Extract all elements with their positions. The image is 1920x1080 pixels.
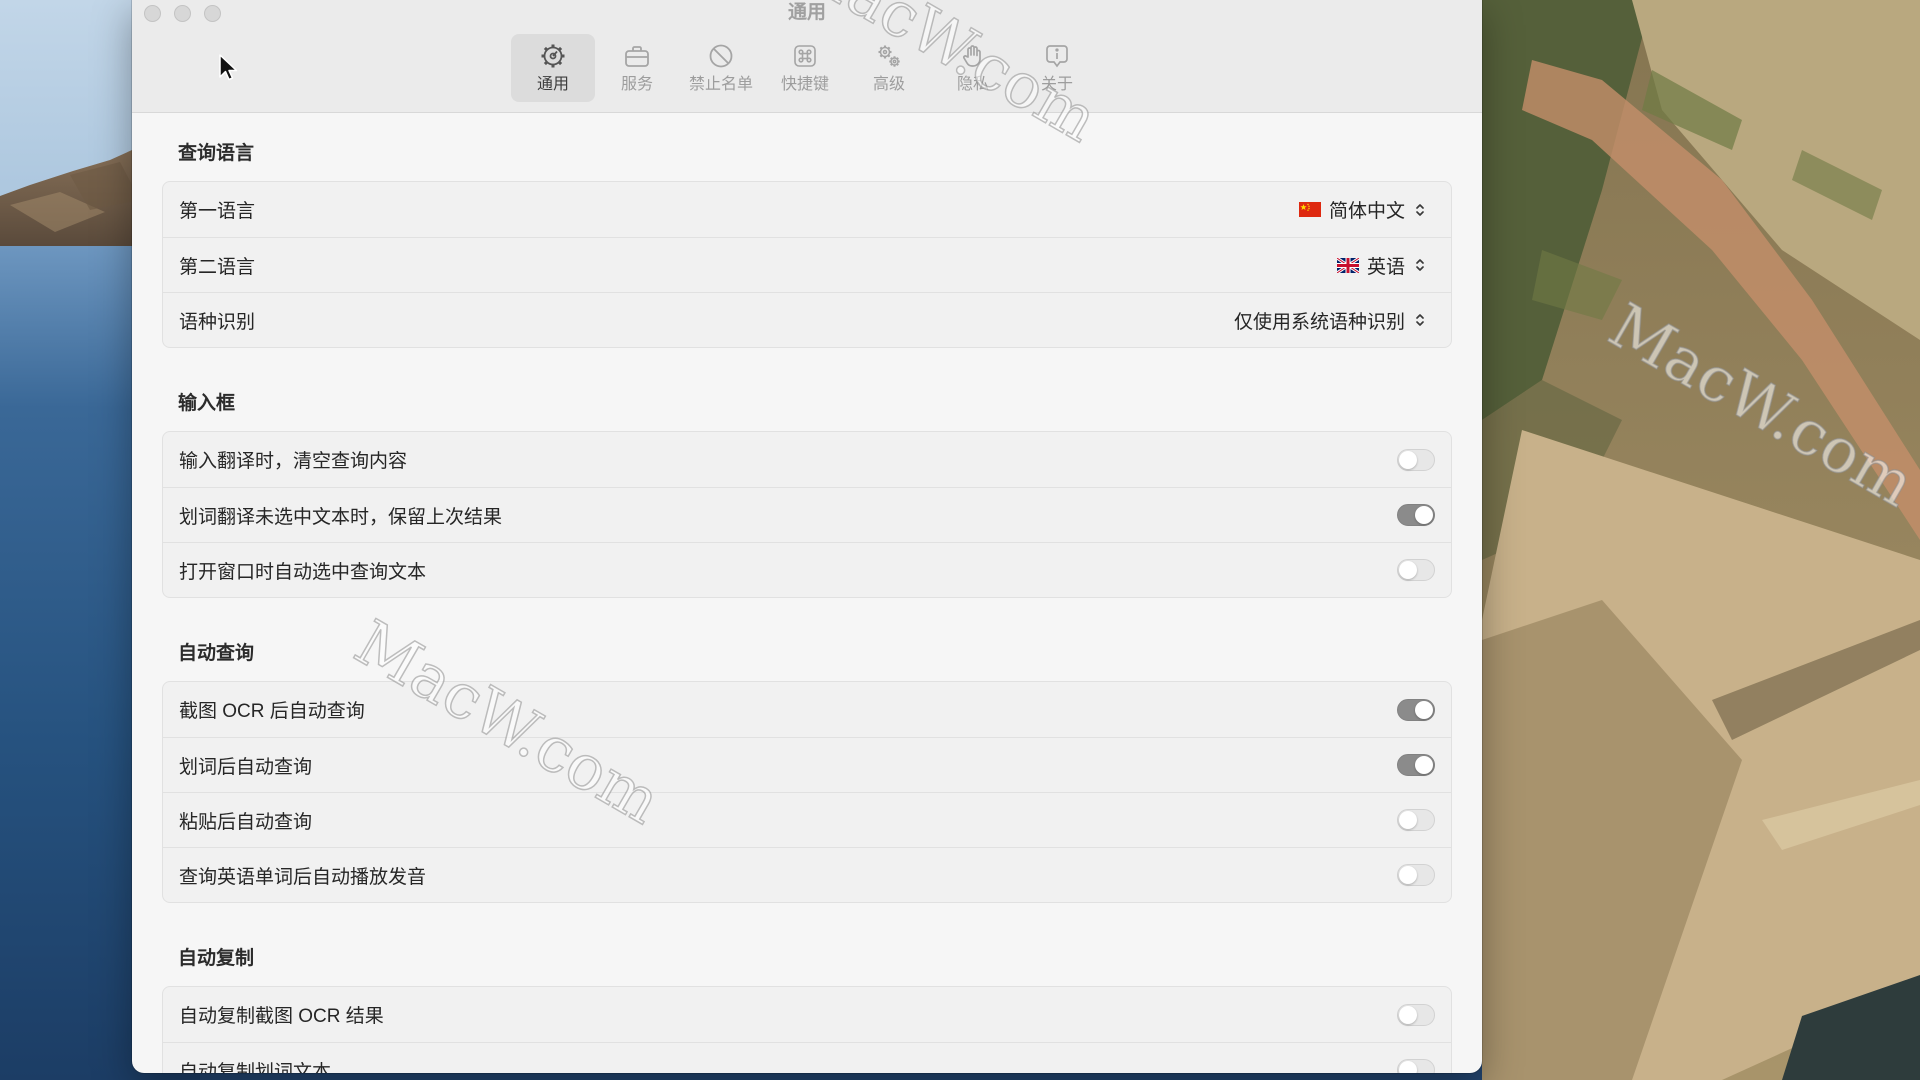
tab-general[interactable]: 通用 [511, 34, 595, 102]
row-label: 第一语言 [179, 201, 256, 222]
row-label: 截图 OCR 后自动查询 [179, 701, 365, 722]
toggle-knob [1399, 1005, 1417, 1024]
toggle-knob [1415, 756, 1433, 774]
popup-value: 简体中文 [1328, 201, 1405, 222]
row-label: 划词翻译未选中文本时，保留上次结果 [179, 506, 503, 528]
toolbar-tabs: 通用 服务 禁止名单 快捷键 高级 隐私 关于 [511, 34, 1099, 102]
row-language-detection: 语种识别 仅使用系统语种识别 [163, 292, 1451, 347]
tab-label: 高级 [872, 76, 905, 93]
auto-select-query-text-toggle[interactable] [1397, 559, 1435, 581]
row-label: 划词后自动查询 [179, 756, 313, 778]
section-input-box: 输入框 输入翻译时，清空查询内容 划词翻译未选中文本时，保留上次结果 打开窗口时… [162, 392, 1452, 598]
gear-icon [539, 42, 567, 70]
tab-label: 关于 [1040, 76, 1073, 93]
row-auto-query-after-ocr: 截图 OCR 后自动查询 [163, 682, 1451, 737]
popup-value: 英语 [1366, 256, 1405, 278]
row-label: 粘贴后自动查询 [179, 811, 313, 833]
row-keep-last-result: 划词翻译未选中文本时，保留上次结果 [163, 487, 1451, 542]
section-heading: 自动查询 [178, 643, 255, 664]
auto-query-after-paste-toggle[interactable] [1397, 809, 1435, 831]
tab-disabled-list[interactable]: 禁止名单 [679, 34, 763, 102]
tab-about[interactable]: 关于 [1015, 34, 1099, 102]
toggle-knob [1415, 506, 1433, 524]
command-key-icon [791, 42, 819, 70]
toggle-knob [1399, 866, 1417, 884]
row-label: 第二语言 [179, 256, 256, 278]
row-label: 语种识别 [179, 311, 256, 333]
row-label: 自动复制截图 OCR 结果 [179, 1006, 384, 1027]
settings-group: 截图 OCR 后自动查询 划词后自动查询 粘贴后自动查询 查询英语单词后自动播放… [162, 681, 1452, 903]
prohibited-icon [707, 42, 735, 70]
second-language-popup[interactable]: 英语 [1336, 252, 1427, 279]
tab-label: 服务 [620, 76, 653, 93]
row-second-language: 第二语言 英语 [163, 237, 1451, 292]
toolbar: 通用 通用 服务 禁止名单 快捷键 高级 隐私 关于 [132, 0, 1482, 113]
row-auto-copy-selected-text: 自动复制划词文本 [163, 1042, 1451, 1073]
toggle-knob [1399, 561, 1417, 579]
auto-copy-ocr-result-toggle[interactable] [1397, 1003, 1435, 1026]
auto-query-after-selection-toggle[interactable] [1397, 754, 1435, 776]
row-clear-input-after-translate: 输入翻译时，清空查询内容 [163, 432, 1451, 487]
hand-icon [959, 42, 987, 70]
toggle-knob [1399, 811, 1417, 829]
briefcase-icon [623, 42, 651, 70]
tab-label: 快捷键 [780, 76, 829, 93]
chevron-up-down-icon [1413, 254, 1427, 276]
row-label: 打开窗口时自动选中查询文本 [179, 561, 427, 583]
auto-copy-selected-text-toggle[interactable] [1397, 1059, 1435, 1073]
tab-label: 隐私 [956, 76, 989, 93]
row-auto-query-after-selection: 划词后自动查询 [163, 737, 1451, 792]
settings-window: 通用 通用 服务 禁止名单 快捷键 高级 隐私 关于 查询语言 第一语言 简体中… [132, 0, 1482, 1073]
keep-last-result-toggle[interactable] [1397, 504, 1435, 526]
row-label: 输入翻译时，清空查询内容 [179, 451, 408, 472]
section-heading: 输入框 [178, 393, 236, 414]
row-auto-copy-ocr-result: 自动复制截图 OCR 结果 [163, 987, 1451, 1042]
chevron-up-down-icon [1413, 199, 1427, 221]
section-heading: 查询语言 [178, 143, 255, 164]
gears-icon [875, 42, 903, 70]
tab-label: 通用 [536, 76, 569, 93]
row-label: 查询英语单词后自动播放发音 [179, 866, 427, 888]
settings-group: 自动复制截图 OCR 结果 自动复制划词文本 [162, 986, 1452, 1073]
tab-label: 禁止名单 [688, 76, 753, 93]
window-title: 通用 [787, 2, 826, 23]
section-heading: 自动复制 [178, 948, 255, 969]
auto-query-after-ocr-toggle[interactable] [1397, 698, 1435, 721]
row-auto-query-after-paste: 粘贴后自动查询 [163, 792, 1451, 847]
toggle-knob [1399, 450, 1417, 469]
toggle-knob [1415, 700, 1433, 719]
wallpaper-mountain [1482, 0, 1920, 1080]
section-auto-copy: 自动复制 自动复制截图 OCR 结果 自动复制划词文本 [162, 947, 1452, 1073]
row-auto-select-query-text: 打开窗口时自动选中查询文本 [163, 542, 1451, 597]
settings-content: 查询语言 第一语言 简体中文 第二语言 英语 语种识别 仅使用系统语种识别 输入… [132, 113, 1482, 1073]
tab-shortcuts[interactable]: 快捷键 [763, 34, 847, 102]
row-first-language: 第一语言 简体中文 [163, 182, 1451, 237]
row-label: 自动复制划词文本 [179, 1061, 332, 1074]
tab-advanced[interactable]: 高级 [847, 34, 931, 102]
popup-value: 仅使用系统语种识别 [1233, 311, 1405, 333]
first-language-popup[interactable]: 简体中文 [1298, 196, 1427, 223]
info-bubble-icon [1043, 42, 1071, 70]
toggle-knob [1399, 1061, 1417, 1073]
tab-services[interactable]: 服务 [595, 34, 679, 102]
row-auto-play-pronunciation: 查询英语单词后自动播放发音 [163, 847, 1451, 902]
chevron-up-down-icon [1413, 309, 1427, 331]
settings-group: 第一语言 简体中文 第二语言 英语 语种识别 仅使用系统语种识别 [162, 181, 1452, 348]
settings-group: 输入翻译时，清空查询内容 划词翻译未选中文本时，保留上次结果 打开窗口时自动选中… [162, 431, 1452, 598]
uk-flag-icon [1336, 257, 1359, 273]
auto-play-pronunciation-toggle[interactable] [1397, 864, 1435, 886]
tab-privacy[interactable]: 隐私 [931, 34, 1015, 102]
section-query-language: 查询语言 第一语言 简体中文 第二语言 英语 语种识别 仅使用系统语种识别 [162, 142, 1452, 348]
language-detection-popup[interactable]: 仅使用系统语种识别 [1234, 307, 1427, 334]
clear-input-toggle[interactable] [1397, 448, 1435, 471]
cn-flag-icon [1298, 202, 1321, 217]
mouse-cursor [218, 53, 240, 83]
section-auto-query: 自动查询 截图 OCR 后自动查询 划词后自动查询 粘贴后自动查询 查询英语单词… [162, 642, 1452, 903]
